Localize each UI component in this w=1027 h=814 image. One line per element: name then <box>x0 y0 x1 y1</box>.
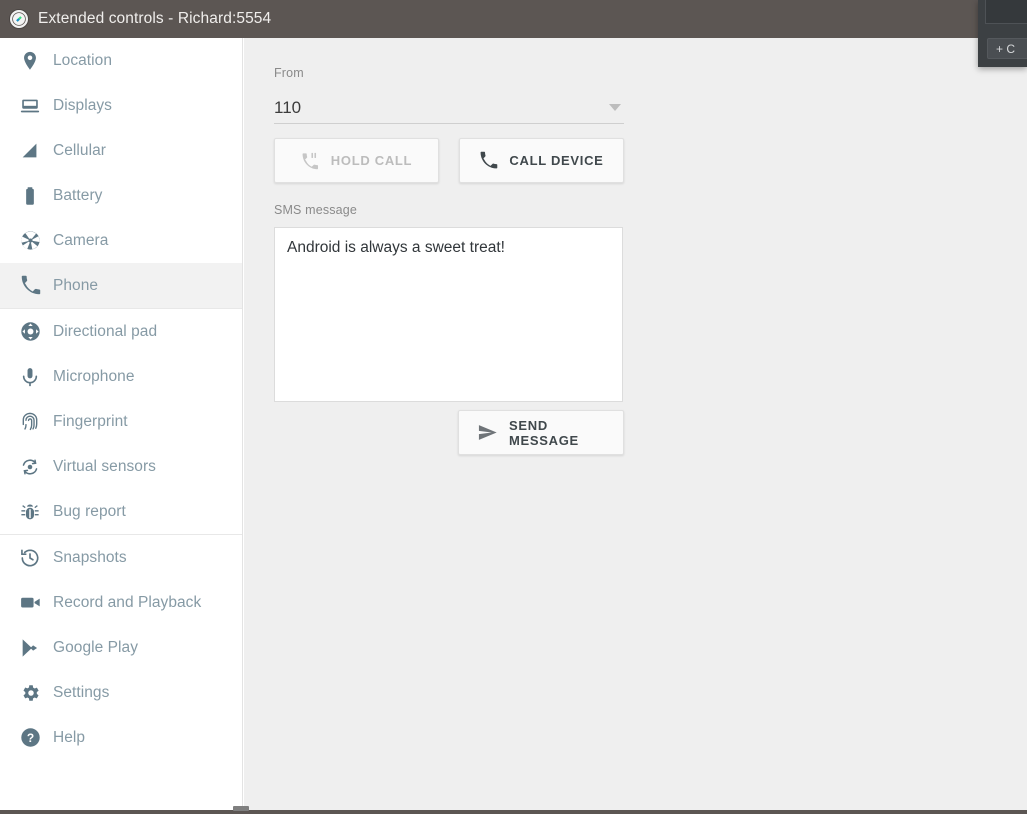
virtual-sensors-icon <box>17 454 43 480</box>
phone-handset-icon <box>17 273 43 299</box>
send-paper-plane-icon <box>478 425 497 440</box>
extended-controls-window: Extended controls - Richard:5554 + C Loc… <box>0 0 1027 814</box>
sidebar-item-microphone[interactable]: Microphone <box>0 354 242 399</box>
sidebar-item-snapshots[interactable]: Snapshots <box>0 535 242 580</box>
hold-call-label: HOLD CALL <box>330 153 413 168</box>
sidebar-item-virtual-sensors[interactable]: Virtual sensors <box>0 444 242 489</box>
sidebar-item-help[interactable]: ? Help <box>0 715 242 760</box>
camera-aperture-icon <box>17 228 43 254</box>
location-pin-icon <box>17 48 43 74</box>
right-dark-panel: + C <box>978 0 1027 67</box>
phone-pause-icon <box>302 152 318 170</box>
sidebar-item-record-and-playback[interactable]: Record and Playback <box>0 580 242 625</box>
call-actions-row: HOLD CALL CALL DEVICE <box>274 138 624 183</box>
send-message-button[interactable]: SEND MESSAGE <box>458 410 624 455</box>
sidebar-item-label: Bug report <box>53 502 126 520</box>
call-device-label: CALL DEVICE <box>509 153 604 168</box>
sidebar-group-1: Location Displays Cellular Battery Camer… <box>0 38 242 309</box>
fingerprint-icon <box>17 409 43 435</box>
question-mark-circle-icon: ? <box>17 725 43 751</box>
sms-message-input[interactable] <box>274 227 623 402</box>
display-monitor-icon <box>17 93 43 119</box>
window-titlebar: Extended controls - Richard:5554 <box>0 0 1027 38</box>
sidebar-item-label: Location <box>53 51 113 69</box>
hold-call-button[interactable]: HOLD CALL <box>274 138 439 183</box>
from-block: From 110 <box>274 66 624 124</box>
sidebar-group-3: Snapshots Record and Playback Google Pla… <box>0 535 242 760</box>
sidebar-item-label: Cellular <box>53 141 106 159</box>
sms-block: SMS message <box>274 203 624 407</box>
video-camera-icon <box>17 590 43 616</box>
window-bottom-edge <box>0 810 1027 814</box>
gear-icon <box>17 680 43 706</box>
sidebar-item-label: Camera <box>53 231 109 249</box>
sidebar-item-label: Help <box>53 728 86 746</box>
from-select[interactable]: 110 <box>274 92 624 124</box>
sidebar-item-label: Snapshots <box>53 548 127 566</box>
sidebar-item-label: Fingerprint <box>53 412 128 430</box>
from-label: From <box>274 66 304 80</box>
window-body: Location Displays Cellular Battery Camer… <box>0 38 1027 814</box>
from-value: 110 <box>274 97 302 117</box>
window-title: Extended controls - Richard:5554 <box>38 10 272 27</box>
sidebar-item-directional-pad[interactable]: Directional pad <box>0 309 242 354</box>
call-device-button[interactable]: CALL DEVICE <box>459 138 624 183</box>
bug-icon <box>17 499 43 525</box>
send-message-label: SEND MESSAGE <box>509 417 579 448</box>
panel-frame <box>985 0 1027 24</box>
add-button-label: + C <box>996 41 1016 56</box>
microphone-icon <box>17 364 43 390</box>
signal-bars-icon <box>17 138 43 164</box>
send-actions-row: SEND MESSAGE <box>458 410 624 455</box>
emulator-icon <box>9 9 29 29</box>
phone-panel: From 110 HOLD CALL CALL DEVICE SMS messa… <box>244 38 1027 807</box>
svg-text:?: ? <box>26 731 33 745</box>
content-bottom-fill <box>244 769 1027 810</box>
sidebar-item-label: Virtual sensors <box>53 457 156 475</box>
add-button[interactable]: + C <box>987 38 1027 59</box>
sidebar-item-fingerprint[interactable]: Fingerprint <box>0 399 242 444</box>
chevron-down-icon <box>609 104 621 111</box>
sidebar-item-cellular[interactable]: Cellular <box>0 128 242 173</box>
sidebar-item-label: Google Play <box>53 638 138 656</box>
directional-pad-icon <box>17 319 43 345</box>
sidebar-item-label: Displays <box>53 96 112 114</box>
sidebar-item-label: Microphone <box>53 367 135 385</box>
battery-icon <box>17 183 43 209</box>
sidebar-item-battery[interactable]: Battery <box>0 173 242 218</box>
resize-handle[interactable] <box>233 806 249 811</box>
sidebar-item-label: Battery <box>53 186 103 204</box>
sidebar-item-location[interactable]: Location <box>0 38 242 83</box>
google-play-icon <box>17 635 43 661</box>
sidebar-group-2: Directional pad Microphone Fingerprint V… <box>0 309 242 535</box>
sidebar-item-displays[interactable]: Displays <box>0 83 242 128</box>
sidebar-item-camera[interactable]: Camera <box>0 218 242 263</box>
sidebar-item-label: Settings <box>53 683 110 701</box>
history-clock-icon <box>17 545 43 571</box>
phone-handset-icon <box>481 151 498 169</box>
sidebar-item-bug-report[interactable]: Bug report <box>0 489 242 534</box>
sidebar-item-google-play[interactable]: Google Play <box>0 625 242 670</box>
sidebar-item-label: Directional pad <box>53 322 158 340</box>
sidebar-item-settings[interactable]: Settings <box>0 670 242 715</box>
sidebar-navigation: Location Displays Cellular Battery Camer… <box>0 38 243 807</box>
sms-message-label: SMS message <box>274 203 357 217</box>
sidebar-item-label: Phone <box>53 276 99 294</box>
sidebar-item-phone[interactable]: Phone <box>0 263 242 308</box>
sidebar-item-label: Record and Playback <box>53 593 202 611</box>
